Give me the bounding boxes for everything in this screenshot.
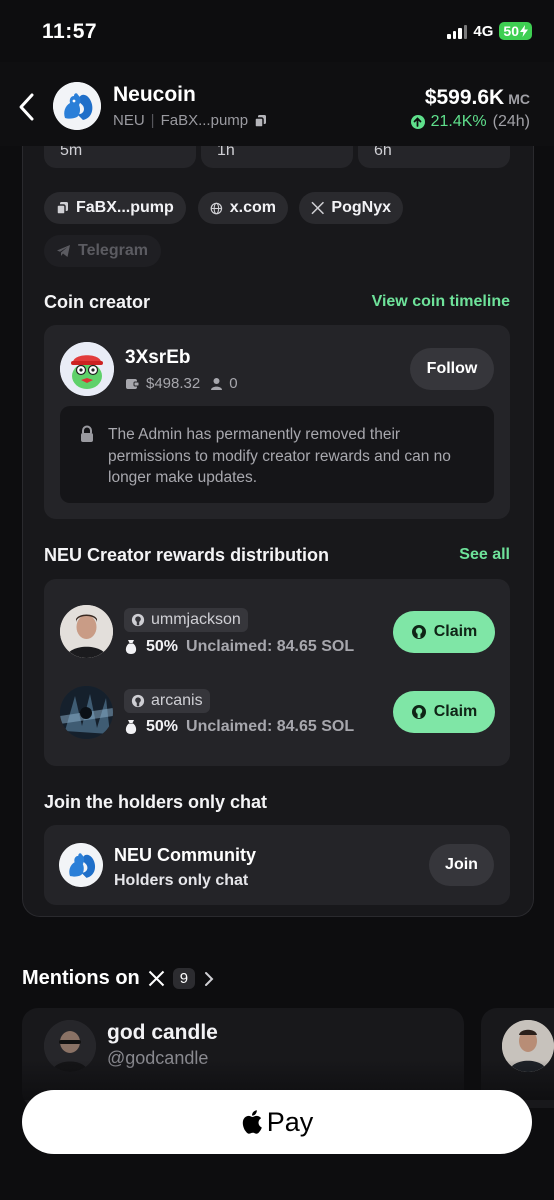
coin-name: Neucoin: [113, 83, 196, 106]
battery-level: 50: [503, 23, 519, 39]
follow-button[interactable]: Follow: [410, 348, 494, 390]
reward-unclaimed: Unclaimed: 84.65 SOL: [186, 638, 355, 655]
github-icon: [411, 625, 426, 639]
wallet-icon: [126, 379, 140, 389]
x-logo-icon: [311, 201, 325, 215]
change-period: (24h): [492, 113, 530, 130]
abstract-avatar-icon: [60, 686, 113, 739]
market-cap-value: $599.6K: [424, 86, 505, 109]
reward-unclaimed: Unclaimed: 84.65 SOL: [186, 718, 355, 735]
chip-label: PogNyx: [331, 199, 391, 216]
squirrel-logo-icon: [53, 82, 101, 130]
claim-label: Claim: [433, 623, 478, 640]
reward-share-row: 50% Unclaimed: 84.65 SOL: [124, 718, 354, 736]
holders-chat-title: Join the holders only chat: [44, 792, 268, 812]
creator-balance: $498.32: [146, 375, 201, 392]
coin-ticker: NEU: [113, 112, 145, 129]
battery-icon: 50: [499, 22, 532, 40]
github-icon: [131, 694, 145, 708]
apple-pay-button[interactable]: Pay: [22, 1090, 532, 1154]
apple-logo-icon: [242, 1110, 262, 1134]
rewards-title: NEU Creator rewards distribution: [44, 545, 330, 565]
telegram-chip[interactable]: Telegram: [44, 235, 161, 267]
reward-avatar-arcanis[interactable]: [60, 686, 113, 739]
creator-stats: $498.32 0: [125, 375, 238, 392]
chevron-right-icon: [205, 971, 214, 986]
copy-icon: [56, 202, 68, 215]
coin-logo: [53, 82, 101, 130]
lock-icon: [81, 425, 93, 442]
contract-address[interactable]: FaBX...pump: [161, 112, 249, 129]
join-button[interactable]: Join: [429, 844, 494, 886]
divider: |: [150, 112, 155, 129]
market-cap-label: MC: [508, 91, 530, 107]
mention-name: god candle: [107, 1021, 218, 1044]
community-logo: [59, 843, 103, 887]
x-logo-icon: [148, 970, 164, 987]
user-icon: [211, 378, 223, 390]
github-tag-ummjackson[interactable]: ummjackson: [124, 608, 248, 632]
github-username: arcanis: [151, 692, 203, 709]
creator-username[interactable]: 3XsrEb: [125, 347, 190, 369]
money-bag-icon: [125, 720, 137, 734]
coin-subtitle: NEU | FaBX...pump: [113, 112, 267, 129]
reward-avatar-ummjackson[interactable]: [60, 605, 113, 658]
mentions-title: Mentions on: [22, 967, 140, 989]
market-cap: $599.6K MC: [425, 86, 530, 110]
community-name: NEU Community: [114, 845, 257, 865]
price-change: 21.4K% (24h): [410, 113, 530, 131]
status-time: 11:57: [42, 20, 98, 43]
reward-share-row: 50% Unclaimed: 84.65 SOL: [124, 638, 354, 656]
back-button[interactable]: [14, 90, 40, 124]
signal-icon: [447, 24, 468, 39]
pay-label: Pay: [266, 1106, 314, 1137]
telegram-icon: [57, 245, 70, 257]
github-icon: [411, 705, 426, 719]
status-indicators: 4G 50: [447, 22, 532, 40]
coin-creator-title: Coin creator: [44, 292, 151, 312]
see-all-link[interactable]: See all: [459, 546, 510, 564]
network-type: 4G: [473, 22, 494, 40]
chip-label: FaBX...pump: [76, 199, 174, 216]
github-icon: [131, 613, 145, 627]
reward-share: 50%: [146, 638, 179, 655]
rewards-card: [44, 579, 510, 766]
claim-button[interactable]: Claim: [393, 611, 495, 653]
copy-icon[interactable]: [254, 114, 267, 128]
creator-followers: 0: [229, 375, 238, 392]
creator-avatar[interactable]: [60, 342, 114, 396]
x-profile-chip[interactable]: PogNyx: [299, 192, 403, 224]
mentions-header[interactable]: Mentions on 9: [22, 967, 215, 990]
reward-share: 50%: [146, 718, 179, 735]
money-bag-icon: [125, 640, 137, 654]
github-tag-arcanis[interactable]: arcanis: [124, 689, 210, 713]
squirrel-logo-icon: [59, 843, 103, 887]
cartoon-avatar-icon: [60, 342, 114, 396]
community-subtitle: Holders only chat: [114, 872, 249, 889]
chevron-left-icon: [19, 93, 34, 121]
view-coin-timeline-link[interactable]: View coin timeline: [372, 293, 510, 311]
github-username: ummjackson: [151, 611, 241, 628]
claim-label: Claim: [433, 703, 478, 720]
change-value: 21.4K%: [430, 113, 487, 130]
person-avatar-icon: [60, 605, 113, 658]
arrow-up-icon: [410, 115, 425, 129]
website-chip[interactable]: x.com: [198, 192, 288, 224]
mentions-count: 9: [172, 968, 196, 989]
contract-chip[interactable]: FaBX...pump: [44, 192, 186, 224]
claim-button[interactable]: Claim: [393, 691, 495, 733]
globe-icon: [210, 202, 223, 214]
chip-label: Telegram: [78, 242, 148, 259]
admin-notice-text: The Admin has permanently removed their …: [108, 426, 451, 486]
chip-label: x.com: [229, 199, 276, 216]
